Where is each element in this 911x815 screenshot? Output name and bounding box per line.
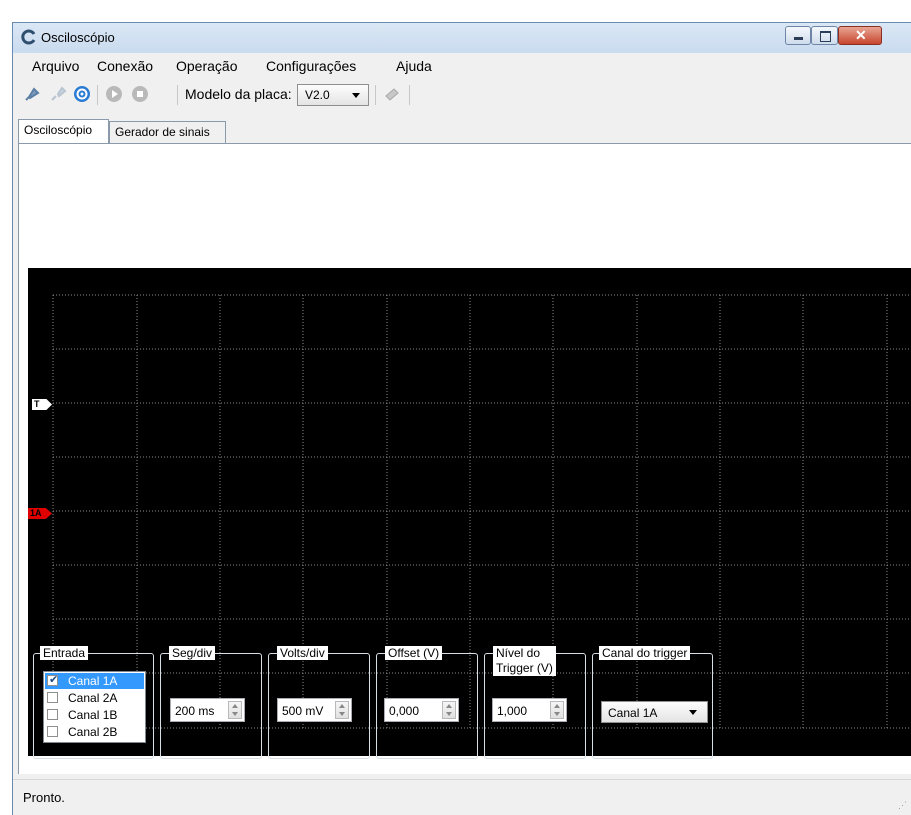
title-bar[interactable]: Osciloscópio ✕ [13,23,911,53]
seg-div-group: Seg/div 200 ms [160,646,262,759]
app-icon [21,29,36,45]
chevron-down-icon [232,712,238,716]
trigger-level-title-line1: Nível do [496,646,541,660]
chevron-up-icon [232,704,238,708]
chevron-up-icon [554,704,560,708]
volts-div-value: 500 mV [282,704,324,718]
list-item-canal-1a[interactable]: ✔ Canal 1A [45,673,144,689]
tab-panel: T 1A Entrada ✔ Canal 1A Canal 2A Canal 1… [18,143,911,774]
chevron-down-icon [554,712,560,716]
menu-conexao[interactable]: Conexão [97,58,153,74]
tab-osciloscopio[interactable]: Osciloscópio [18,119,109,144]
menu-ajuda[interactable]: Ajuda [396,58,432,74]
toolbar-separator [177,85,178,105]
trigger-level-value: 1,000 [497,704,528,718]
close-icon: ✕ [855,27,867,43]
chip-icon[interactable] [383,85,401,103]
trigger-level-group: Nível do Trigger (V) 1,000 [484,646,586,759]
trigger-channel-title: Canal do trigger [599,646,691,660]
toolbar-separator [375,85,376,105]
list-item-canal-2b[interactable]: Canal 2B [45,724,144,740]
list-item-label: Canal 2A [68,691,118,705]
trigger-channel-value: Canal 1A [608,706,658,720]
menu-bar: Arquivo Conexão Operação Configurações A… [13,53,911,77]
chevron-up-icon [446,704,452,708]
maximize-button[interactable] [811,26,838,45]
list-item-label: Canal 1A [68,674,118,688]
entrada-title: Entrada [40,646,89,660]
checkmark-icon: ✔ [49,674,59,686]
canal-2a-checkbox[interactable] [47,692,58,703]
status-bar: Pronto. ⋰ [13,779,911,815]
connect-icon[interactable] [23,85,41,103]
board-model-value: V2.0 [305,88,330,102]
seg-div-value: 200 ms [175,704,215,718]
seg-div-title: Seg/div [169,646,216,660]
offset-group: Offset (V) 0,000 [376,646,478,759]
volts-div-group: Volts/div 500 mV [268,646,370,759]
window-title: Osciloscópio [41,30,115,45]
chevron-up-icon [339,704,345,708]
volts-div-stepper[interactable]: 500 mV [277,698,352,722]
list-item-canal-1b[interactable]: Canal 1B [45,707,144,723]
play-icon[interactable] [105,85,123,103]
status-text: Pronto. [23,790,65,805]
spin-buttons[interactable] [550,701,564,719]
stop-icon[interactable] [131,85,149,103]
app-window: Osciloscópio ✕ Arquivo Conexão Operação … [12,22,911,815]
offset-stepper[interactable]: 0,000 [384,698,459,722]
spin-buttons[interactable] [442,701,456,719]
list-item-canal-2a[interactable]: Canal 2A [45,690,144,706]
chevron-down-icon [446,712,452,716]
offset-value: 0,000 [389,704,420,718]
menu-configuracoes[interactable]: Configurações [266,58,356,74]
menu-operacao[interactable]: Operação [176,58,237,74]
board-model-label: Modelo da placa: [185,86,292,102]
minimize-button[interactable] [785,26,811,45]
maximize-icon [820,31,831,42]
trigger-channel-group: Canal do trigger Canal 1A [592,646,713,759]
spin-buttons[interactable] [335,701,349,719]
trigger-level-title: Nível do Trigger (V) [493,646,556,676]
canal-1b-checkbox[interactable] [47,709,58,720]
list-item-label: Canal 1B [68,708,118,722]
seg-div-stepper[interactable]: 200 ms [170,698,245,722]
trigger-channel-select[interactable]: Canal 1A [601,701,708,723]
chevron-down-icon [689,710,697,715]
spin-buttons[interactable] [228,701,242,719]
disconnect-icon[interactable] [49,85,67,103]
entrada-group: Entrada ✔ Canal 1A Canal 2A Canal 1B Can… [33,646,154,759]
list-item-label: Canal 2B [68,725,118,739]
volts-div-title: Volts/div [277,646,328,660]
toolbar-separator [409,85,410,105]
input-channel-list[interactable]: ✔ Canal 1A Canal 2A Canal 1B Canal 2B [43,671,146,743]
settings-icon[interactable] [73,85,91,103]
trigger-level-title-line2: Trigger (V) [496,661,553,675]
toolbar-separator [97,85,98,105]
minimize-icon [794,37,803,40]
menu-arquivo[interactable]: Arquivo [32,58,79,74]
toolbar: Modelo da placa: V2.0 [13,79,911,109]
trigger-level-stepper[interactable]: 1,000 [492,698,567,722]
board-model-select[interactable]: V2.0 [297,84,369,106]
chevron-down-icon [339,712,345,716]
canal-1a-checkbox[interactable]: ✔ [47,674,59,686]
chevron-down-icon [352,93,360,98]
close-button[interactable]: ✕ [838,26,882,45]
resize-grip-icon[interactable]: ⋰ [898,800,907,811]
tab-gerador-de-sinais[interactable]: Gerador de sinais [109,121,226,143]
offset-title: Offset (V) [385,646,443,660]
canal-2b-checkbox[interactable] [47,726,58,737]
